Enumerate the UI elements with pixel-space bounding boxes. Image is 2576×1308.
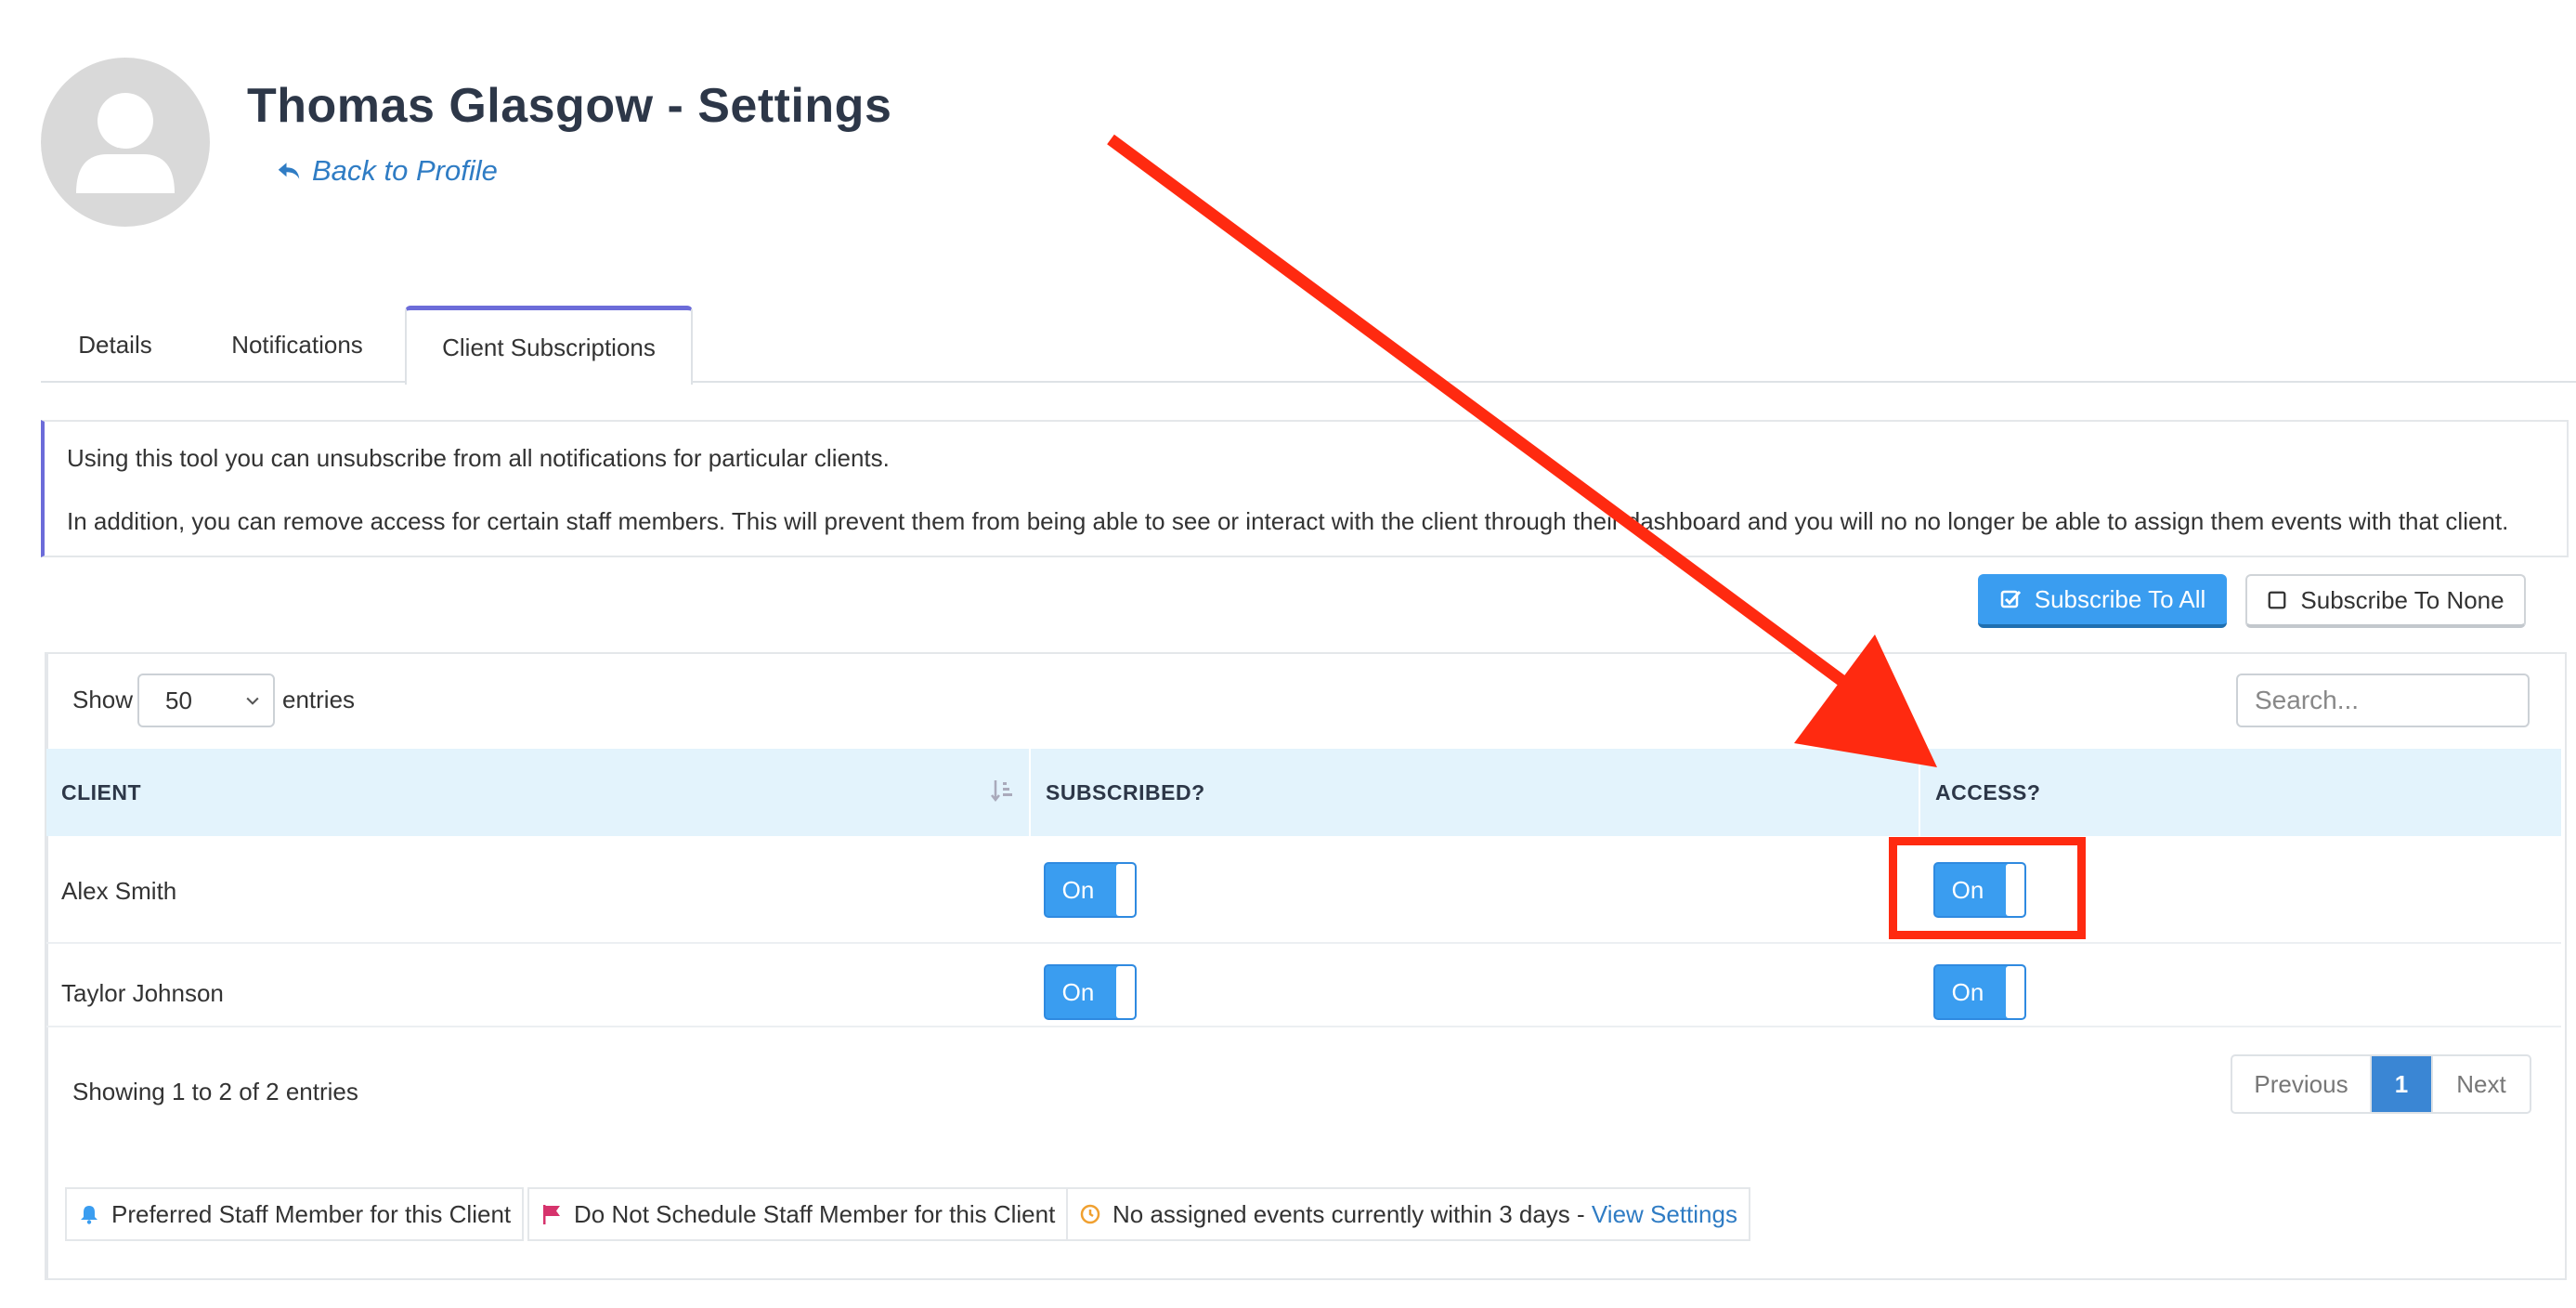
search-input[interactable] [2236, 674, 2530, 727]
page-size-value: 50 [165, 686, 192, 714]
subscribe-to-none-button[interactable]: Subscribe To None [2245, 574, 2526, 628]
legend-preferred: Preferred Staff Member for this Client [65, 1187, 525, 1241]
subscribed-toggle[interactable]: On [1044, 862, 1137, 918]
flag-icon [543, 1205, 560, 1224]
column-header-subscribed[interactable]: SUBSCRIBED? [1046, 780, 1205, 805]
pagination-page-1[interactable]: 1 [2372, 1056, 2431, 1112]
chevron-down-icon [246, 697, 259, 705]
legend-do-not-schedule-text: Do Not Schedule Staff Member for this Cl… [574, 1199, 1056, 1228]
checkbox-checked-icon [2000, 590, 2021, 608]
info-text-1: Using this tool you can unsubscribe from… [67, 444, 890, 472]
toggle-knob [1116, 966, 1135, 1018]
column-header-client[interactable]: CLIENT [61, 780, 141, 805]
bell-icon [81, 1206, 98, 1224]
column-header-access[interactable]: ACCESS? [1935, 780, 2040, 805]
entries-label: entries [282, 686, 356, 713]
column-separator [1029, 749, 1031, 836]
entries-count: Showing 1 to 2 of 2 entries [72, 1078, 358, 1105]
subscribe-to-none-label: Subscribe To None [2300, 585, 2504, 614]
legend-no-events: No assigned events currently within 3 da… [1066, 1187, 1750, 1241]
legend-do-not-schedule: Do Not Schedule Staff Member for this Cl… [527, 1187, 1069, 1241]
subscribe-to-all-button[interactable]: Subscribe To All [1978, 574, 2227, 628]
access-toggle[interactable]: On [1933, 964, 2026, 1020]
pagination-previous[interactable]: Previous [2232, 1056, 2372, 1112]
annotation-highlight-box [1889, 837, 2086, 939]
row-divider [46, 1026, 2561, 1027]
toggle-label: On [1951, 977, 1984, 1006]
subscriptions-panel [45, 652, 2567, 1280]
toggle-knob [2006, 966, 2024, 1018]
toggle-knob [1116, 864, 1135, 916]
user-silhouette-icon [76, 93, 175, 193]
column-separator [1919, 749, 1920, 836]
tab-details[interactable]: Details [56, 308, 175, 381]
reply-arrow-icon [278, 163, 300, 179]
table-header: CLIENT SUBSCRIBED? ACCESS? [46, 749, 2561, 836]
pagination: Previous 1 Next [2231, 1054, 2531, 1114]
legend-preferred-text: Preferred Staff Member for this Client [111, 1199, 512, 1228]
info-callout: Using this tool you can unsubscribe from… [41, 420, 2569, 557]
tab-notifications[interactable]: Notifications [202, 308, 392, 381]
view-settings-link[interactable]: View Settings [1592, 1200, 1737, 1228]
subscribed-toggle[interactable]: On [1044, 964, 1137, 1020]
back-to-profile-link[interactable]: Back to Profile [275, 154, 498, 188]
checkbox-empty-icon [2268, 591, 2286, 609]
pagination-next[interactable]: Next [2431, 1056, 2530, 1112]
clock-icon [1080, 1204, 1100, 1224]
tab-client-subscriptions[interactable]: Client Subscriptions [405, 306, 693, 385]
toggle-label: On [1061, 977, 1095, 1006]
page-title: Thomas Glasgow - Settings [247, 79, 892, 133]
sort-icon[interactable] [990, 777, 1014, 804]
page-size-select[interactable]: 50 [137, 674, 275, 727]
toggle-label: On [1061, 875, 1095, 904]
client-name: Taylor Johnson [61, 979, 224, 1007]
row-divider [46, 942, 2561, 944]
back-link-label: Back to Profile [312, 154, 498, 187]
avatar [41, 58, 210, 227]
legend-no-events-text: No assigned events currently within 3 da… [1112, 1199, 1592, 1228]
subscribe-to-all-label: Subscribe To All [2034, 584, 2206, 613]
client-name: Alex Smith [61, 877, 177, 905]
show-label: Show [72, 686, 134, 713]
info-text-2: In addition, you can remove access for c… [67, 507, 2509, 535]
